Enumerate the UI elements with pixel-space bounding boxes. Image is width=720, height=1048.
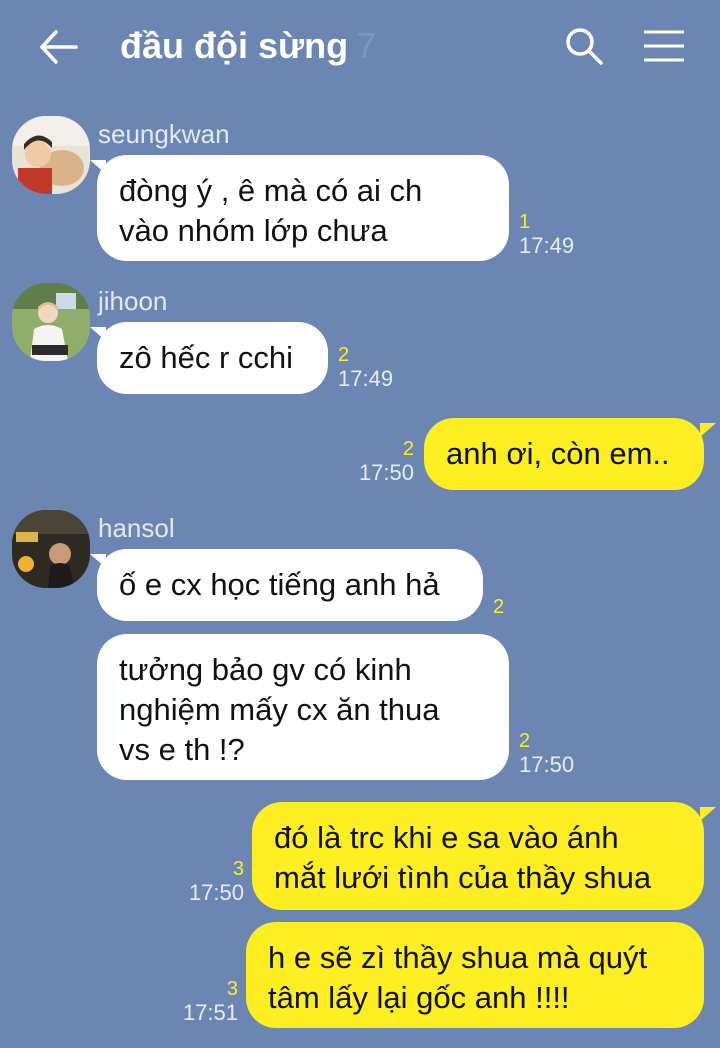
message-meta: 3 17:50 bbox=[160, 858, 244, 906]
message-bubble-incoming[interactable]: đòng ý , ê mà có ai ch vào nhóm lớp chưa bbox=[97, 155, 509, 261]
chat-header: đầu đội sừng 7 bbox=[0, 0, 720, 96]
message-time: 17:50 bbox=[188, 880, 244, 905]
avatar-hansol[interactable] bbox=[12, 510, 90, 588]
unread-count: 2 bbox=[493, 596, 505, 618]
sender-name: hansol bbox=[98, 513, 175, 543]
chat-title-text: đầu đội sừng bbox=[120, 25, 349, 66]
message-meta: 2 17:49 bbox=[338, 344, 393, 392]
unread-count: 2 bbox=[338, 344, 350, 366]
unread-count: 2 bbox=[519, 730, 531, 752]
message-meta: 2 17:50 bbox=[519, 730, 574, 778]
bubble-tail bbox=[700, 807, 716, 821]
message-time: 17:50 bbox=[358, 460, 414, 485]
avatar-image bbox=[12, 116, 90, 194]
message-bubble-outgoing[interactable]: anh ơi, còn em.. bbox=[424, 418, 704, 490]
sender-name: seungkwan bbox=[98, 119, 230, 149]
message-bubble-outgoing[interactable]: h e sẽ zì thầy shua mà quýt tâm lấy lại … bbox=[246, 922, 704, 1028]
sender-name: jihoon bbox=[98, 286, 168, 316]
message-bubble-incoming[interactable]: ố e cx học tiếng anh hả bbox=[97, 549, 483, 621]
message-bubble-incoming[interactable]: tưởng bảo gv có kinh nghiệm mấy cx ăn th… bbox=[97, 634, 509, 780]
message-time: 17:49 bbox=[519, 233, 575, 258]
back-arrow-icon[interactable] bbox=[38, 26, 80, 68]
message-time: 17:50 bbox=[519, 752, 575, 777]
avatar-image bbox=[12, 510, 90, 588]
bubble-tail bbox=[700, 423, 716, 437]
menu-icon[interactable] bbox=[642, 28, 686, 64]
avatar-image bbox=[12, 283, 90, 361]
message-bubble-outgoing[interactable]: đó là trc khi e sa vào ánh mắt lưới tình… bbox=[252, 802, 704, 910]
search-icon[interactable] bbox=[564, 26, 604, 66]
message-meta: 2 bbox=[493, 596, 504, 618]
message-time: 17:51 bbox=[182, 1000, 238, 1025]
avatar-jihoon[interactable] bbox=[12, 283, 90, 361]
message-meta: 3 17:51 bbox=[154, 978, 238, 1026]
member-count: 7 bbox=[356, 25, 377, 66]
message-meta: 2 17:50 bbox=[330, 438, 414, 486]
chat-title: đầu đội sừng 7 bbox=[120, 24, 376, 68]
unread-count: 3 bbox=[232, 858, 244, 880]
message-meta: 1 17:49 bbox=[519, 211, 574, 259]
unread-count: 1 bbox=[519, 211, 531, 233]
message-bubble-incoming[interactable]: zô hếc r cchi bbox=[97, 322, 328, 394]
avatar-seungkwan[interactable] bbox=[12, 116, 90, 194]
unread-count: 3 bbox=[226, 978, 238, 1000]
unread-count: 2 bbox=[402, 438, 414, 460]
message-time: 17:49 bbox=[338, 366, 394, 391]
